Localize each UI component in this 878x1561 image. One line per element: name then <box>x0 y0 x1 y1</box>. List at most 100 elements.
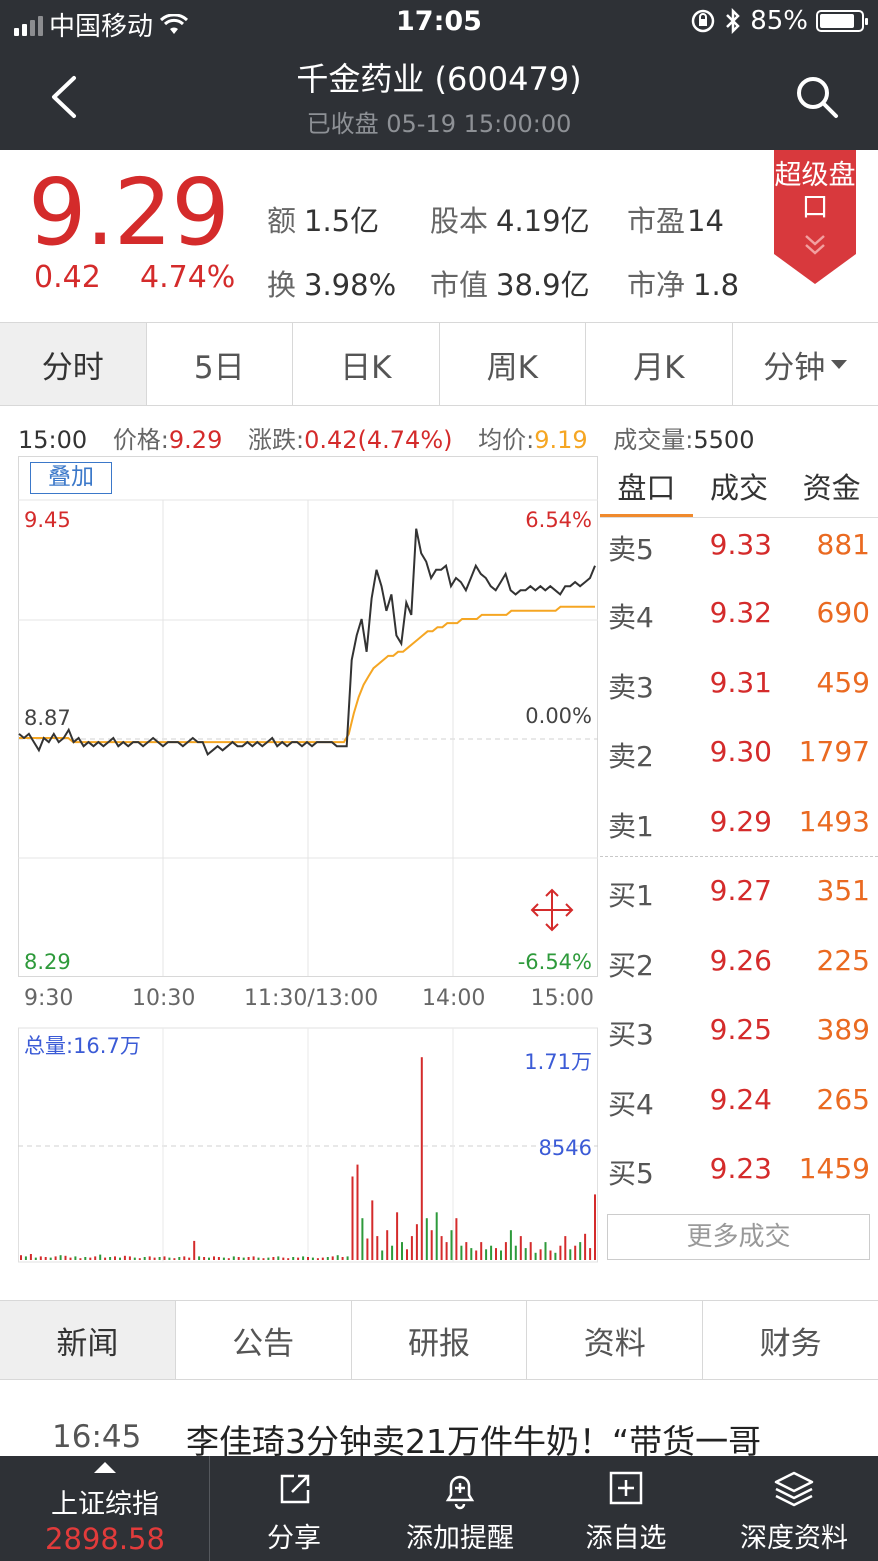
volume-bar <box>262 1258 265 1260</box>
volume-bar <box>119 1257 121 1260</box>
volume-bar <box>346 1256 349 1260</box>
search-icon[interactable] <box>794 74 840 120</box>
info-average: 均价:9.19 <box>478 426 588 454</box>
volume-bar <box>272 1257 275 1260</box>
order-book-tabs: 盘口 成交 资金 <box>600 462 878 518</box>
tab-monthly-k[interactable]: 月K <box>586 323 733 405</box>
caret-up-icon <box>94 1462 116 1473</box>
tab-weekly-k[interactable]: 周K <box>440 323 586 405</box>
tab-news[interactable]: 新闻 <box>0 1301 176 1379</box>
tab-fund-flow[interactable]: 资金 <box>785 462 878 517</box>
market-index-button[interactable]: 上证综指 2898.58 <box>0 1456 210 1561</box>
stat-value: 14 <box>687 204 724 238</box>
volume-bar <box>183 1256 186 1260</box>
volume-bar <box>257 1257 260 1260</box>
tab-financials[interactable]: 财务 <box>703 1301 878 1379</box>
volume-bar <box>84 1257 87 1260</box>
tab-orderbook[interactable]: 盘口 <box>600 462 693 517</box>
bid-volume: 1459 <box>798 1152 870 1185</box>
tab-announcements[interactable]: 公告 <box>176 1301 352 1379</box>
add-watchlist-button[interactable]: 添自选 <box>542 1456 710 1561</box>
volume-bar <box>89 1257 92 1260</box>
overlay-button[interactable]: 叠加 <box>30 462 112 494</box>
volume-bar <box>232 1256 235 1260</box>
volume-bar <box>495 1248 497 1260</box>
x-tick: 14:00 <box>422 986 486 1011</box>
ask-volume: 1493 <box>798 805 870 838</box>
volume-bar <box>282 1257 285 1260</box>
news-list-item[interactable]: 16:45 李佳琦3分钟卖21万件牛奶！“带货一哥 <box>0 1405 878 1457</box>
chart-period-tabs: 分时 5日 日K 周K 月K 分钟 <box>0 322 878 406</box>
volume-bar <box>539 1249 542 1260</box>
volume-bar <box>143 1257 146 1260</box>
volume-bar <box>178 1257 181 1260</box>
tab-minute[interactable]: 分钟 <box>733 323 878 405</box>
ask-price: 9.29 <box>709 805 772 838</box>
volume-bar <box>173 1258 176 1260</box>
add-watchlist-label: 添自选 <box>585 1523 667 1554</box>
volume-bar <box>311 1257 314 1260</box>
intraday-chart-svg <box>18 456 598 1263</box>
bid-row: 买4 9.24 265 <box>608 1083 870 1123</box>
tab-research[interactable]: 研报 <box>352 1301 528 1379</box>
x-tick: 9:30 <box>24 986 74 1011</box>
x-tick: 10:30 <box>132 986 196 1011</box>
volume-bar <box>361 1218 364 1260</box>
deep-data-button[interactable]: 深度资料 <box>710 1456 878 1561</box>
ask-price: 9.31 <box>709 666 772 699</box>
volume-bar <box>34 1257 37 1260</box>
intraday-chart[interactable]: 叠加 9.45 8.87 8.29 6.54% 0.00% -6.54% 9:3… <box>18 456 598 1264</box>
add-alert-button[interactable]: 添加提醒 <box>378 1456 542 1561</box>
volume-bar <box>24 1256 27 1260</box>
volume-bar <box>222 1257 225 1260</box>
volume-bar <box>480 1242 483 1260</box>
volume-bar <box>341 1257 344 1260</box>
bid-row: 买2 9.26 225 <box>608 944 870 984</box>
bid-volume: 265 <box>816 1083 870 1116</box>
bid-volume: 225 <box>816 944 870 977</box>
price-change-percent: 4.74% <box>140 260 236 295</box>
info-change-label: 涨跌: <box>247 426 305 454</box>
volume-bar <box>584 1233 587 1260</box>
x-tick: 11:30/13:00 <box>244 986 379 1011</box>
volume-bar <box>509 1230 512 1260</box>
volume-bar <box>386 1230 389 1260</box>
volume-bar <box>381 1250 384 1260</box>
info-change: 涨跌:0.42(4.74%) <box>248 426 453 454</box>
tab-trades[interactable]: 成交 <box>693 462 786 517</box>
price-axis-max: 9.45 <box>24 508 71 532</box>
volume-bar <box>406 1249 408 1260</box>
volume-bar <box>460 1245 463 1260</box>
tab-5day[interactable]: 5日 <box>147 323 293 405</box>
stat-pb: 市净 1.8 <box>627 262 739 304</box>
share-label: 分享 <box>267 1523 321 1554</box>
volume-bar <box>544 1242 547 1260</box>
ask-price: 9.33 <box>709 528 772 561</box>
bid-volume: 351 <box>816 874 870 907</box>
volume-bar <box>415 1224 418 1260</box>
volume-bar <box>430 1230 433 1260</box>
stat-label: 股本 <box>430 204 489 238</box>
super-orderbook-button[interactable]: 超级盘口 <box>774 150 856 284</box>
volume-bar <box>371 1200 374 1260</box>
volume-bar <box>227 1258 230 1260</box>
tab-daily-k[interactable]: 日K <box>293 323 440 405</box>
volume-bar <box>564 1236 567 1260</box>
volume-bar <box>594 1194 596 1260</box>
volume-bar <box>74 1256 77 1260</box>
stat-turnover: 换 3.98% <box>267 262 396 304</box>
volume-bar <box>410 1236 413 1260</box>
ask-price: 9.32 <box>709 596 772 629</box>
ask-label: 卖4 <box>608 601 654 634</box>
tab-intraday[interactable]: 分时 <box>0 323 147 405</box>
volume-bar <box>128 1256 131 1260</box>
volume-bar <box>138 1258 141 1260</box>
share-icon <box>280 1474 310 1504</box>
volume-total: 总量:16.7万 <box>24 1034 141 1058</box>
bid-row: 买5 9.23 1459 <box>608 1152 870 1192</box>
volume-bar <box>242 1257 245 1260</box>
share-button[interactable]: 分享 <box>210 1456 378 1561</box>
ask-label: 卖3 <box>608 671 654 704</box>
tab-profile[interactable]: 资料 <box>527 1301 704 1379</box>
more-trades-button[interactable]: 更多成交 <box>607 1214 870 1260</box>
